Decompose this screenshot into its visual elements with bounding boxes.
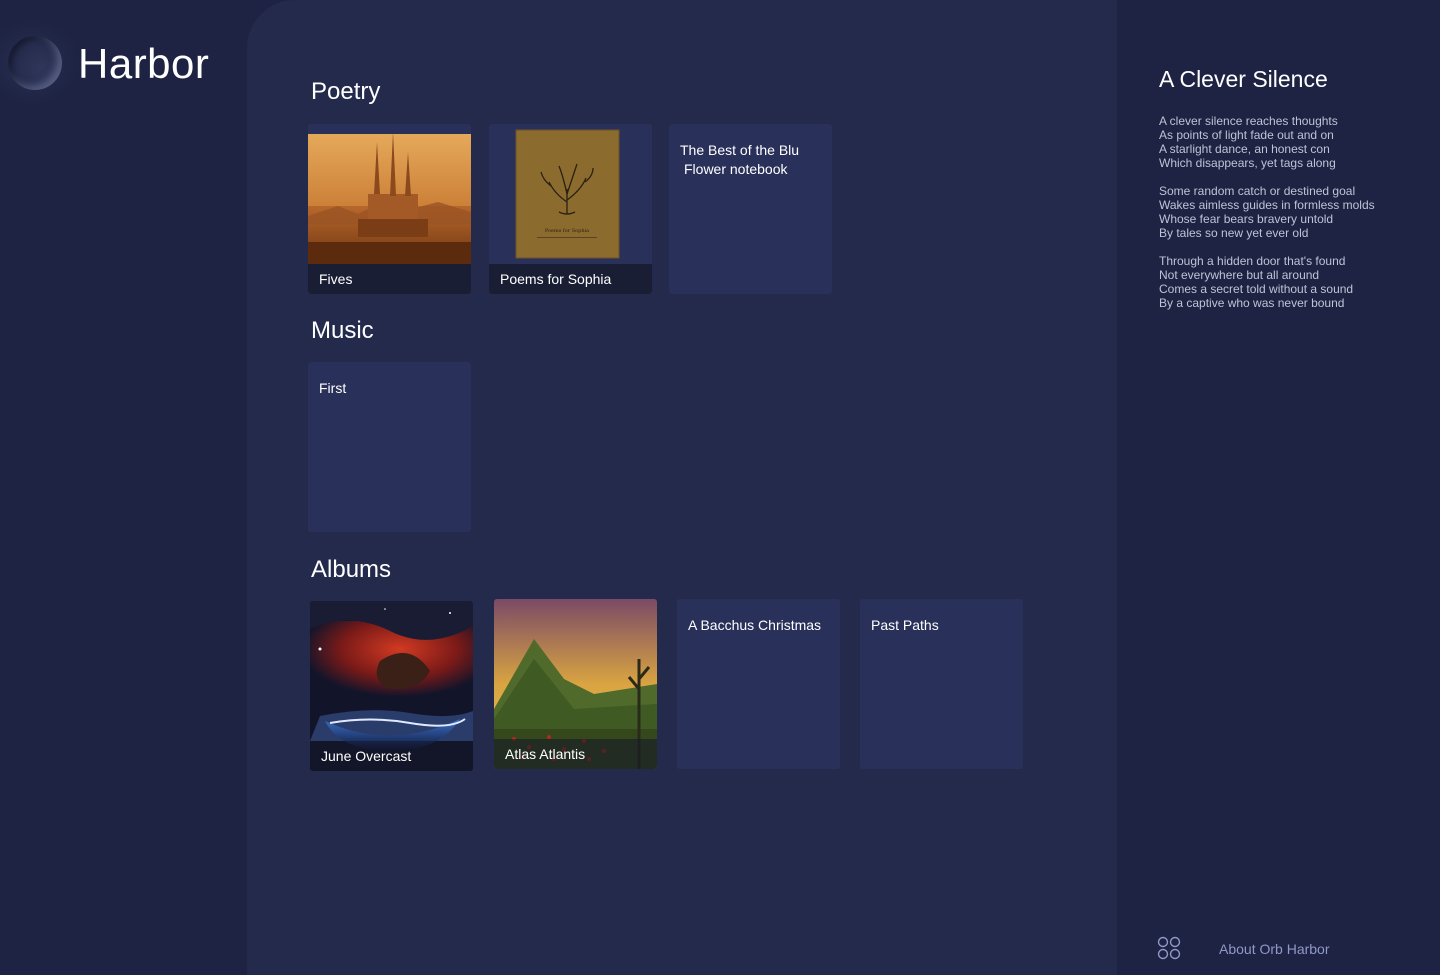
tile-bacchus-christmas[interactable]: A Bacchus Christmas [677,599,840,769]
poem-line: A clever silence reaches thoughts [1159,114,1338,128]
poem-body: A clever silence reaches thoughts As poi… [1159,114,1375,324]
poem-line: As points of light fade out and on [1159,128,1334,142]
grid-circles-icon[interactable] [1157,936,1181,960]
section-title-poetry: Poetry [311,78,381,105]
tile-past-paths[interactable]: Past Paths [860,599,1023,769]
app-title: Harbor [78,40,210,87]
poem-line: By a captive who was never bound [1159,296,1345,310]
tile-atlas-atlantis[interactable]: Atlas Atlantis [494,599,657,769]
poem-stanza-1: A clever silence reaches thoughts As poi… [1159,114,1375,170]
poem-line: Some random catch or destined goal [1159,184,1356,198]
tile-title-line-1: The Best of the Blu [680,142,800,158]
tile-title: Past Paths [871,617,939,633]
tile-june-overcast[interactable]: June Overcast [310,601,473,771]
poem-title: A Clever Silence [1159,66,1328,92]
poem-line: Whose fear bears bravery untold [1159,212,1334,226]
poem-line: A starlight dance, an honest con [1159,142,1330,156]
orb-logo-icon[interactable] [8,36,62,90]
tile-title: First [319,380,347,396]
tile-title: A Bacchus Christmas [688,617,822,633]
tile-first[interactable]: First [308,362,471,532]
poem-line: Not everywhere but all around [1159,268,1320,282]
tile-title-line-2: Flower notebook [684,161,788,177]
app-window: Harbor Poetry Fives Poems for Sophia Poe… [0,0,1440,975]
poem-line: By tales so new yet ever old [1159,226,1309,240]
poem-line: Which disappears, yet tags along [1159,156,1336,170]
tile-poems-for-sophia[interactable]: Poems for Sophia Poems for Sophia [489,124,652,294]
tile-fives[interactable]: Fives [308,124,471,294]
tile-label: Atlas Atlantis [494,739,657,769]
right-panel: A Clever Silence A clever silence reache… [1117,0,1440,975]
about-orb-harbor-link[interactable]: About Orb Harbor [1219,941,1330,957]
main-panel: Poetry Fives Poems for Sophia Poems for … [247,0,1117,975]
section-title-music: Music [311,317,374,344]
tile-title: The Best of the Blu Flower notebook [680,141,822,179]
poem-stanza-3: Through a hidden door that's found Not e… [1159,254,1375,310]
poem-stanza-2: Some random catch or destined goal Wakes… [1159,184,1375,240]
tile-label: Fives [308,264,471,294]
tile-best-of-blu-flower[interactable]: The Best of the Blu Flower notebook [669,124,832,294]
poem-line: Comes a secret told without a sound [1159,282,1354,296]
tile-label: June Overcast [310,741,473,771]
left-nav: Harbor [0,0,248,975]
poem-line: Through a hidden door that's found [1159,254,1346,268]
poem-line: Wakes aimless guides in formless molds [1159,198,1375,212]
tile-label: Poems for Sophia [489,264,652,294]
sophia-cover-text: Poems for Sophia [545,228,589,234]
section-title-albums: Albums [311,556,392,583]
